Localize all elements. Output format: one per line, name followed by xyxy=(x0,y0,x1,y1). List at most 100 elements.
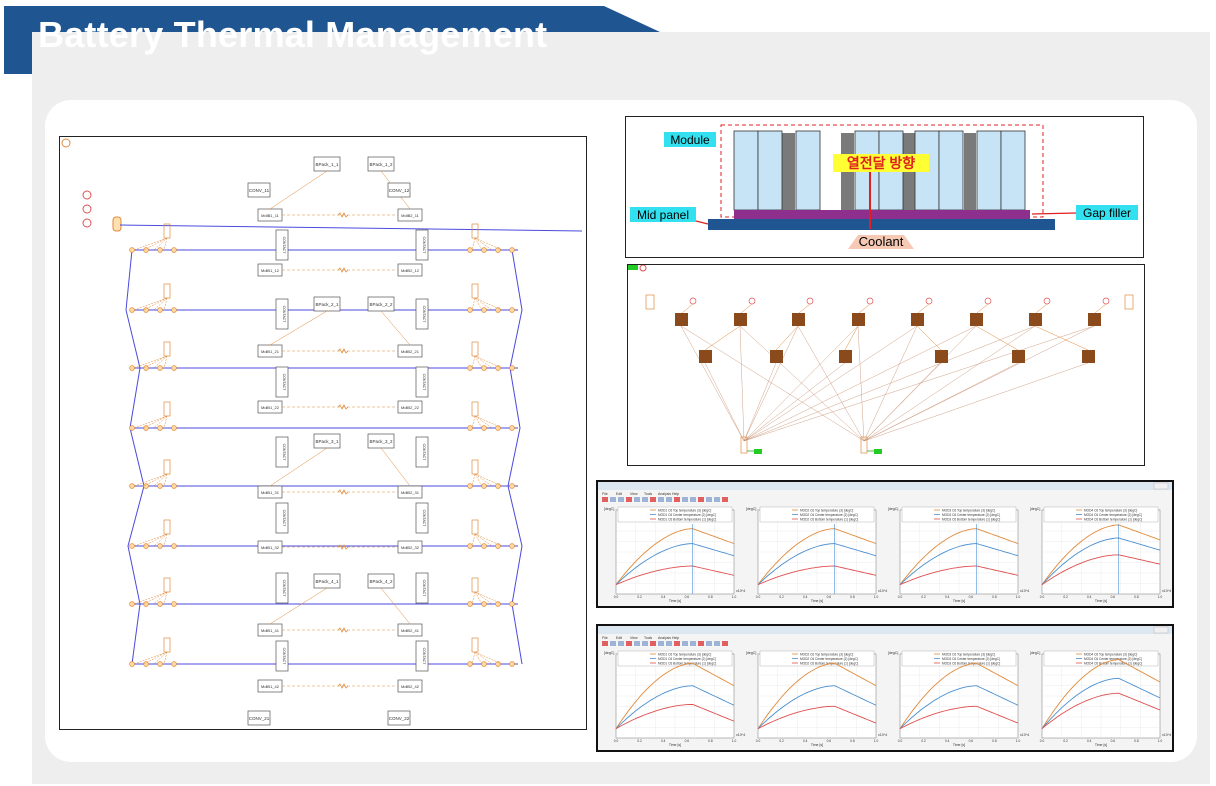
source-link-6-1-3 xyxy=(474,591,503,605)
toolbar-icon-7 xyxy=(658,641,664,646)
toolbar-icon-4 xyxy=(634,641,640,646)
node-4-2 xyxy=(157,483,163,489)
top-mid-link-4 xyxy=(975,325,1019,351)
source-cluster-6-0 xyxy=(163,577,171,593)
node-0-0 xyxy=(129,247,135,253)
x-tick: 1.0 xyxy=(732,739,737,743)
source-link-0-0-3 xyxy=(163,237,168,251)
status-indicator xyxy=(628,265,638,270)
x-tick: 1.0 xyxy=(732,595,737,599)
source-link-1-1-3 xyxy=(474,297,503,311)
toolbar-icon-5 xyxy=(642,497,648,502)
module-label-right-1: MdlB2_12 xyxy=(401,268,420,273)
node-1-3 xyxy=(171,307,177,313)
legend-entry-0: MOD4 C6 Top temperature (3) [degC] xyxy=(1084,653,1137,657)
bpack-label-2-1: BPack_3_2 xyxy=(369,439,393,444)
module-label-left-1: MdlB1_12 xyxy=(261,268,280,273)
node-5-7 xyxy=(509,543,515,549)
plot-window-1: File Edit View Tools Analysis Help [degC] Time … xyxy=(596,480,1174,608)
toolbar-icon-8 xyxy=(666,641,672,646)
source-cluster-5-0 xyxy=(163,519,171,535)
input-node-2 xyxy=(82,218,92,228)
thermal-mass-top-1 xyxy=(734,313,747,326)
sink-link-b-1 xyxy=(739,325,865,442)
source-link-6-0-1 xyxy=(143,591,168,605)
module-label-left-6: MdlB1_41 xyxy=(261,628,280,633)
top-mid-link-1 xyxy=(775,325,799,351)
x-tick: 0.8 xyxy=(992,739,997,743)
source-link-3-1-0 xyxy=(471,415,476,429)
legend-entry-2: MOD2 C6 Bottom temperature (1) [degC] xyxy=(800,518,858,522)
toolbar-icon-6 xyxy=(650,497,656,502)
menu-item-tools: Tools xyxy=(644,636,652,640)
thermal-mass-top-6 xyxy=(1029,313,1042,326)
sink-link-a-5 xyxy=(743,325,977,442)
y-axis-label: [degC] xyxy=(746,507,756,511)
toolbar-icon-14 xyxy=(714,497,720,502)
x-tick: 0.0 xyxy=(898,739,903,743)
contact-label-2-0: CONTACT xyxy=(282,374,286,392)
source-link-5-0-1 xyxy=(143,533,168,547)
top-mid-link-5 xyxy=(1034,325,1089,351)
x-tick: 1.0 xyxy=(1158,739,1163,743)
node-0-2 xyxy=(157,247,163,253)
source-link-5-1-0 xyxy=(471,533,476,547)
menu-item-tools: Tools xyxy=(644,492,652,496)
toolbar-icon-2 xyxy=(618,641,624,646)
source-link-7-0-3 xyxy=(163,651,168,665)
toolbar-icon-1 xyxy=(610,641,616,646)
x-tick: 0.8 xyxy=(708,595,713,599)
heat-input-3 xyxy=(866,297,874,305)
node-2-7 xyxy=(509,365,515,371)
conv-label-1: CONV_12 xyxy=(389,188,410,193)
battery-cell-6 xyxy=(938,130,964,211)
y-axis-label: [degC] xyxy=(888,507,898,511)
menu-item-analysis: Analysis xyxy=(658,492,671,496)
x-axis-label: Time [s] xyxy=(811,743,823,747)
sink-link-b-2 xyxy=(797,325,865,442)
x-tick: 0.0 xyxy=(1040,739,1045,743)
x-tick: 0.8 xyxy=(1134,739,1139,743)
legend-entry-1: MOD3 C6 Center temperature (2) [degC] xyxy=(942,657,1000,661)
node-3-4 xyxy=(467,425,473,431)
toolbar-icon-9 xyxy=(674,497,680,502)
sink-link-a-0 xyxy=(680,325,745,442)
toolbar-icon-8 xyxy=(666,497,672,502)
thermal-mass-top-7 xyxy=(1088,313,1101,326)
top-mid-link-2 xyxy=(844,325,859,351)
toolbar-icon-15 xyxy=(722,641,728,646)
node-3-2 xyxy=(157,425,163,431)
plot-window-1-canvas: File Edit View Tools Analysis Help [degC] Time … xyxy=(598,482,1172,603)
module-network-diagram xyxy=(628,264,1134,454)
source-link-2-1-3 xyxy=(474,355,503,369)
chart-1-3: [degC] Time [s] x10^4 0.0 0.2 0.4 0.6 0.8 1.0 MOD… xyxy=(1030,650,1171,747)
node-2-3 xyxy=(171,365,177,371)
x-tick: 0.4 xyxy=(803,595,808,599)
module-label-right-7: MdlB2_42 xyxy=(401,684,420,689)
bpack-label-0-0: BPack_1_1 xyxy=(315,162,339,167)
chart-0-1: [degC] Time [s] x10^4 0.0 0.2 0.4 0.6 0.8 1.0 MOD… xyxy=(746,506,887,603)
module-label-left-7: MdlB1_42 xyxy=(261,684,280,689)
node-4-7 xyxy=(509,483,515,489)
heat-input-0 xyxy=(689,297,697,305)
thermal-mass-mid-5 xyxy=(1082,350,1095,363)
thermal-network-diagram: MdlB1_11 MdlB2_11 MdlB1_12 MdlB2_12 MdlB1_21… xyxy=(61,138,583,726)
x-scale-label: x10^4 xyxy=(1162,589,1171,593)
legend-entry-0: MOD1 C6 Top temperature (3) [degC] xyxy=(658,509,711,513)
legend-entry-1: MOD1 C6 Center temperature (2) [degC] xyxy=(658,657,716,661)
heat-input-4 xyxy=(925,297,933,305)
contact-label-5-1: CONTACT xyxy=(422,580,426,598)
mid-sink-link-3 xyxy=(863,362,942,442)
x-tick: 1.0 xyxy=(1158,595,1163,599)
source-link-2-0-3 xyxy=(163,355,168,369)
thermal-mass-top-5 xyxy=(970,313,983,326)
x-tick: 0.4 xyxy=(945,595,950,599)
toolbar-icon-0 xyxy=(602,497,608,502)
mid-sink-link-2 xyxy=(743,362,846,442)
coolant-label: Coolant xyxy=(859,234,904,249)
toolbar-icon-11 xyxy=(690,497,696,502)
input-node-0 xyxy=(82,190,92,200)
node-5-5 xyxy=(481,543,487,549)
source-cluster-7-0 xyxy=(163,637,171,653)
toolbar-icon-1 xyxy=(610,497,616,502)
